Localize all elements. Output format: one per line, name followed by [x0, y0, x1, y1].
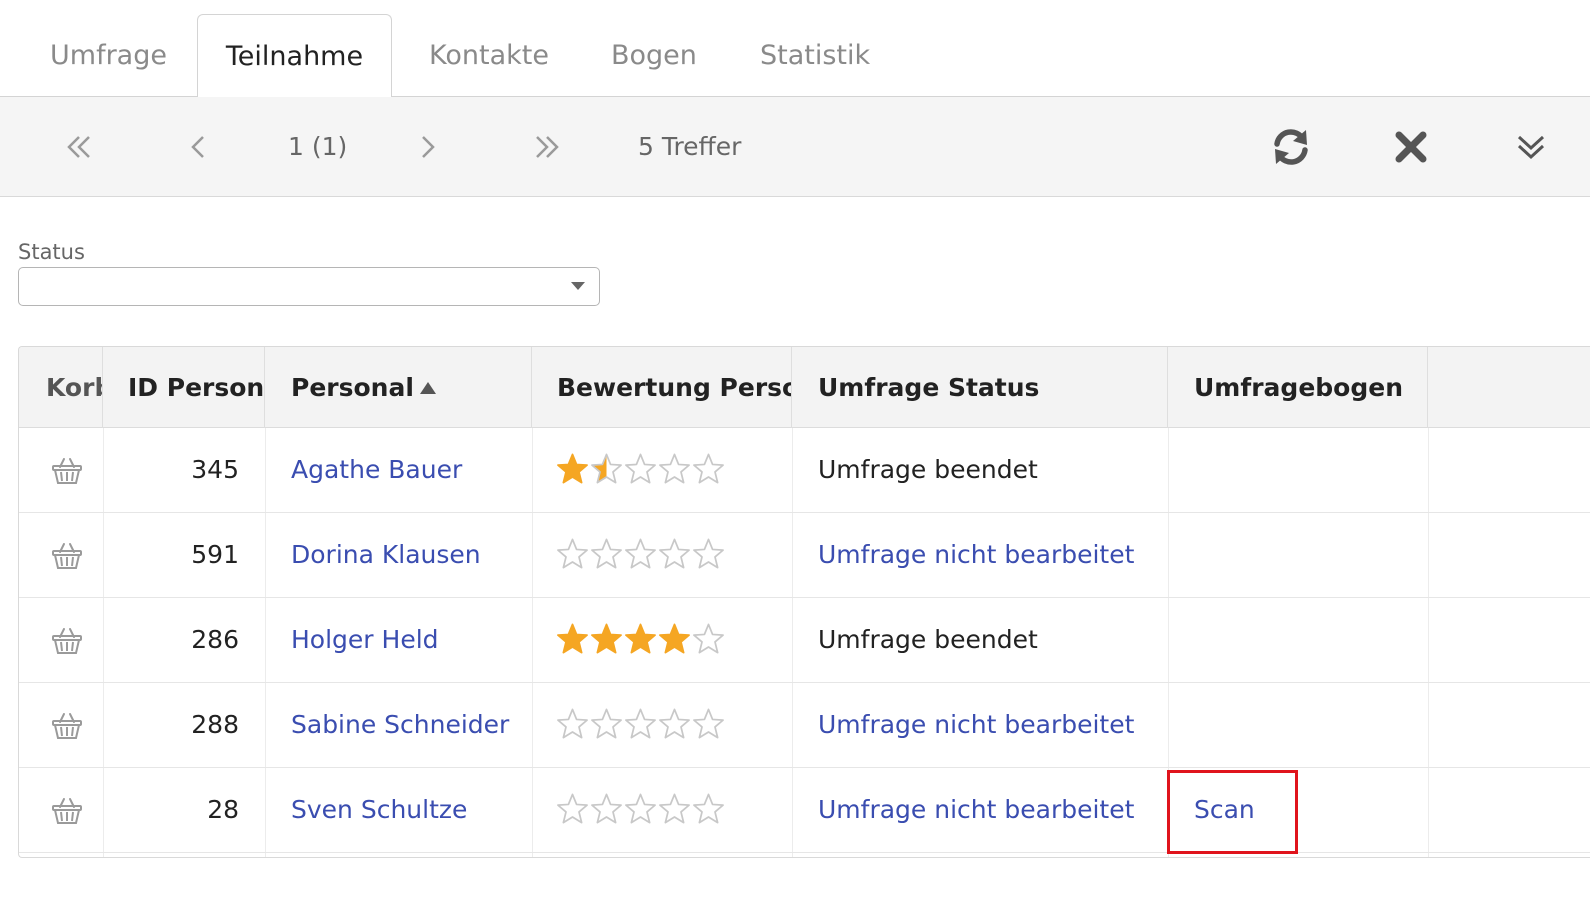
cell-personal-link[interactable]: Sabine Schneider — [291, 683, 509, 768]
column-header-umfragebogen[interactable]: Umfragebogen — [1168, 347, 1428, 428]
expand-down-icon[interactable] — [1507, 123, 1555, 171]
status-filter-select[interactable] — [18, 267, 600, 306]
star-icon — [625, 453, 656, 484]
rating-stars — [556, 792, 725, 826]
cell-id: 591 — [191, 540, 239, 569]
star-icon — [625, 708, 656, 739]
rating-stars — [556, 707, 725, 741]
cell-id: 286 — [191, 625, 239, 654]
column-header-id[interactable]: ID Persona — [103, 347, 265, 428]
star-icon — [591, 538, 622, 569]
cell-status-link[interactable]: Umfrage nicht bearbeitet — [818, 683, 1134, 768]
cell-id: 345 — [191, 455, 239, 484]
column-header-korb[interactable]: Korb — [19, 347, 103, 428]
rating-stars — [556, 537, 725, 571]
refresh-icon[interactable] — [1267, 123, 1315, 171]
column-header-bewertung[interactable]: Bewertung Persona — [532, 347, 792, 428]
hit-count: 5 Treffer — [638, 132, 742, 161]
sort-ascending-icon — [419, 382, 436, 394]
table-row[interactable]: 28 Sven Schultze Umfrage nicht bearbeitet S… — [19, 768, 1590, 853]
cell-personal-link[interactable]: Agathe Bauer — [291, 428, 462, 513]
tab-kontakte[interactable]: Kontakte — [429, 14, 549, 97]
table-row[interactable]: 286 Holger Held Umfrage beendet — [19, 598, 1590, 683]
star-icon — [659, 793, 690, 824]
table-header: Korb ID Persona Personal Bewertung Perso… — [19, 347, 1590, 428]
tab-statistik[interactable]: Statistik — [760, 14, 870, 97]
participation-table: Korb ID Persona Personal Bewertung Perso… — [18, 346, 1590, 858]
star-icon — [693, 708, 724, 739]
last-page-icon[interactable] — [523, 123, 571, 171]
basket-icon[interactable] — [51, 796, 83, 826]
cell-status-link[interactable]: Umfrage nicht bearbeitet — [818, 513, 1134, 598]
column-header-personal[interactable]: Personal — [265, 347, 532, 428]
tab-bogen[interactable]: Bogen — [611, 14, 697, 97]
cell-id: 28 — [207, 795, 239, 824]
cell-status-link[interactable]: Umfrage nicht bearbeitet — [818, 768, 1134, 853]
basket-icon[interactable] — [51, 541, 83, 571]
tab-umfrage[interactable]: Umfrage — [50, 14, 167, 97]
star-icon — [659, 708, 690, 739]
star-icon — [659, 538, 690, 569]
basket-icon[interactable] — [51, 626, 83, 656]
next-page-icon[interactable] — [403, 123, 451, 171]
star-icon — [693, 453, 724, 484]
table-row[interactable]: 288 Sabine Schneider Umfrage nicht bearbei… — [19, 683, 1590, 768]
star-icon — [693, 623, 724, 654]
cell-personal-link[interactable]: Dorina Klausen — [291, 513, 481, 598]
tab-teilnahme[interactable]: Teilnahme — [197, 14, 392, 98]
column-header-personal-label: Personal — [291, 373, 414, 402]
star-icon — [591, 708, 622, 739]
star-icon — [625, 538, 656, 569]
star-icon — [557, 538, 588, 569]
status-filter-label: Status — [18, 240, 85, 264]
star-icon — [659, 453, 690, 484]
star-icon — [625, 623, 656, 654]
tab-bar: Umfrage Teilnahme Kontakte Bogen Statist… — [0, 0, 1590, 98]
table-row[interactable]: 345 Agathe Bauer Umfrage beendet — [19, 428, 1590, 513]
star-icon — [659, 623, 690, 654]
first-page-icon[interactable] — [55, 123, 103, 171]
star-icon — [693, 793, 724, 824]
cell-id: 288 — [191, 710, 239, 739]
star-icon — [591, 453, 622, 484]
cell-status: Umfrage beendet — [818, 455, 1038, 484]
star-icon — [693, 538, 724, 569]
table-row[interactable]: 591 Dorina Klausen Umfrage nicht bearbeite… — [19, 513, 1590, 598]
cell-personal-link[interactable]: Holger Held — [291, 598, 439, 683]
star-icon — [625, 793, 656, 824]
star-icon — [557, 793, 588, 824]
star-icon — [591, 623, 622, 654]
prev-page-icon[interactable] — [175, 123, 223, 171]
cell-personal-link[interactable]: Sven Schultze — [291, 768, 467, 853]
basket-icon[interactable] — [51, 711, 83, 741]
cell-umfragebogen-link[interactable]: Scan — [1194, 768, 1255, 853]
star-icon — [557, 708, 588, 739]
pager-toolbar: 1 (1) 5 Treffer — [0, 97, 1590, 197]
close-icon[interactable] — [1387, 123, 1435, 171]
basket-icon[interactable] — [51, 456, 83, 486]
rating-stars — [556, 452, 725, 486]
page-info: 1 (1) — [288, 132, 348, 161]
star-icon — [591, 793, 622, 824]
rating-stars — [556, 622, 725, 656]
chevron-down-icon — [571, 282, 585, 290]
star-icon — [557, 453, 588, 484]
star-icon — [557, 623, 588, 654]
column-header-status[interactable]: Umfrage Status — [792, 347, 1168, 428]
cell-status: Umfrage beendet — [818, 625, 1038, 654]
